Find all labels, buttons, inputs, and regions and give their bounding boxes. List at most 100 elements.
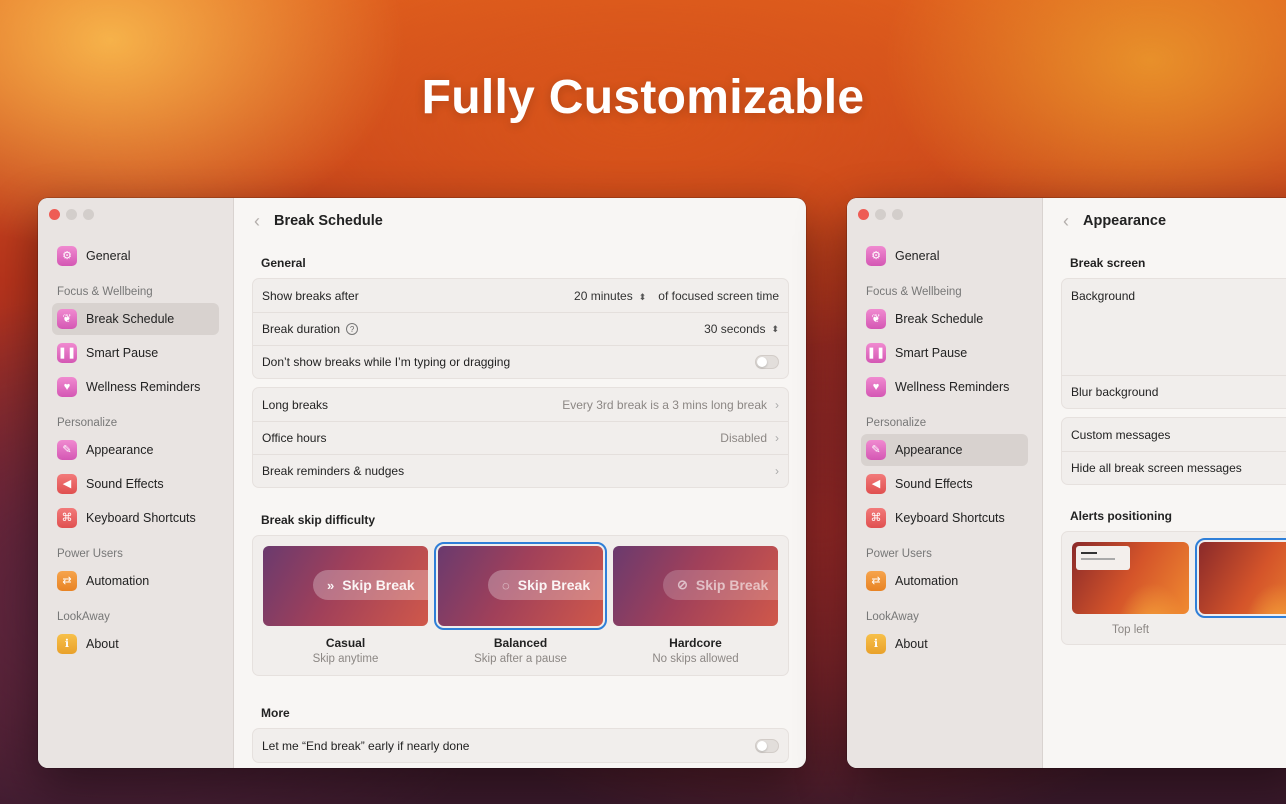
difficulty-card-casual[interactable]: » Skip Break Casual Skip anytime bbox=[263, 546, 428, 665]
sidebar-item-about[interactable]: ℹ About bbox=[52, 628, 219, 660]
skip-pill: ◌ Skip Break bbox=[488, 570, 603, 600]
sidebar-item-sound-effects[interactable]: ◀ Sound Effects bbox=[861, 468, 1028, 500]
window-controls bbox=[49, 209, 94, 220]
chevron-right-icon: › bbox=[775, 464, 779, 478]
difficulty-card-balanced[interactable]: ◌ Skip Break Balanced Skip after a pause bbox=[434, 542, 607, 665]
sidebar-item-general[interactable]: ⚙ General bbox=[861, 240, 1028, 272]
row-long-breaks[interactable]: Long breaks Every 3rd break is a 3 mins … bbox=[253, 388, 788, 421]
minimize-button[interactable] bbox=[66, 209, 77, 220]
row-break-reminders[interactable]: Break reminders & nudges › bbox=[253, 454, 788, 487]
section-header-skip-difficulty: Break skip difficulty bbox=[261, 513, 376, 527]
sidebar-section-focus: Focus & Wellbeing bbox=[866, 286, 962, 298]
sidebar-item-smart-pause[interactable]: ❚❚ Smart Pause bbox=[861, 337, 1028, 369]
sidebar-item-label: Wellness Reminders bbox=[86, 380, 201, 394]
row-hide-messages: Hide all break screen messages bbox=[1062, 451, 1286, 484]
sidebar-section-personalize: Personalize bbox=[866, 417, 927, 429]
break-duration-select[interactable]: 30 seconds ⬍ bbox=[704, 322, 779, 336]
close-button[interactable] bbox=[49, 209, 60, 220]
row-value: Disabled bbox=[720, 431, 767, 445]
leaf-icon: ❦ bbox=[866, 309, 886, 329]
close-button[interactable] bbox=[858, 209, 869, 220]
minimize-button[interactable] bbox=[875, 209, 886, 220]
row-suffix: of focused screen time bbox=[658, 288, 779, 303]
sidebar-item-label: Keyboard Shortcuts bbox=[895, 511, 1005, 525]
section-header-more: More bbox=[261, 706, 290, 720]
sidebar-item-general[interactable]: ⚙ General bbox=[52, 240, 219, 272]
card-thumbnail: ⊘ Skip Break bbox=[613, 546, 778, 626]
spinner-icon: ◌ bbox=[502, 577, 510, 593]
heart-icon: ♥ bbox=[866, 377, 886, 397]
position-card-selected[interactable] bbox=[1195, 538, 1286, 636]
zoom-button[interactable] bbox=[892, 209, 903, 220]
row-custom-messages[interactable]: Custom messages bbox=[1062, 418, 1286, 451]
command-icon: ⌘ bbox=[866, 508, 886, 528]
sidebar-item-label: Appearance bbox=[895, 443, 963, 457]
card-subtitle: No skips allowed bbox=[652, 653, 739, 665]
sidebar-item-wellness-reminders[interactable]: ♥ Wellness Reminders bbox=[52, 371, 219, 403]
row-office-hours[interactable]: Office hours Disabled › bbox=[253, 421, 788, 454]
difficulty-card-hardcore[interactable]: ⊘ Skip Break Hardcore No skips allowed bbox=[613, 546, 778, 665]
sidebar-item-break-schedule[interactable]: ❦ Break Schedule bbox=[52, 303, 219, 335]
back-chevron-icon[interactable]: ‹ bbox=[254, 211, 260, 232]
sidebar-item-automation[interactable]: ⇄ Automation bbox=[861, 565, 1028, 597]
speaker-icon: ◀ bbox=[57, 474, 77, 494]
sidebar-item-break-schedule[interactable]: ❦ Break Schedule bbox=[861, 303, 1028, 335]
sidebar-item-label: General bbox=[895, 249, 940, 263]
row-label: Office hours bbox=[262, 431, 327, 445]
card-thumbnail-selected: ◌ Skip Break bbox=[434, 542, 607, 630]
row-value: Every 3rd break is a 3 mins long break bbox=[562, 397, 767, 412]
sidebar-item-appearance[interactable]: ✎ Appearance bbox=[52, 434, 219, 466]
speaker-icon: ◀ bbox=[866, 474, 886, 494]
row-label: Blur background bbox=[1071, 385, 1159, 399]
zoom-button[interactable] bbox=[83, 209, 94, 220]
row-label: Break reminders & nudges bbox=[262, 464, 405, 478]
question-mark-icon[interactable]: ? bbox=[346, 323, 359, 335]
settings-group-general: Show breaks after 20 minutes ⬍ of focused… bbox=[252, 278, 789, 379]
sidebar-item-label: Break Schedule bbox=[86, 312, 175, 326]
typing-toggle[interactable] bbox=[755, 355, 779, 369]
back-chevron-icon[interactable]: ‹ bbox=[1063, 211, 1069, 232]
gear-icon: ⚙ bbox=[866, 246, 886, 266]
sidebar-item-label: About bbox=[86, 637, 119, 651]
sidebar-item-keyboard-shortcuts[interactable]: ⌘ Keyboard Shortcuts bbox=[861, 502, 1028, 534]
row-label: Hide all break screen messages bbox=[1071, 461, 1242, 475]
sidebar-item-smart-pause[interactable]: ❚❚ Smart Pause bbox=[52, 337, 219, 369]
row-break-duration: Break duration ? 30 seconds ⬍ bbox=[253, 312, 788, 345]
sidebar-section-power-users: Power Users bbox=[57, 548, 123, 560]
page-title: Break Schedule bbox=[274, 213, 383, 229]
sidebar-item-label: Smart Pause bbox=[895, 346, 968, 360]
double-chevron-icon: » bbox=[327, 577, 335, 593]
sidebar-section-lookaway: LookAway bbox=[866, 611, 919, 623]
main-content: ‹ Appearance Break screen Background Blu… bbox=[1043, 198, 1286, 768]
sidebar-item-label: General bbox=[86, 249, 131, 263]
pill-label: Skip Break bbox=[517, 577, 591, 593]
sidebar-item-automation[interactable]: ⇄ Automation bbox=[52, 565, 219, 597]
page-title: Appearance bbox=[1083, 213, 1167, 229]
paintbrush-icon: ✎ bbox=[57, 440, 77, 460]
sidebar-item-label: Break Schedule bbox=[895, 312, 984, 326]
pill-label: Skip Break bbox=[695, 577, 769, 593]
row-label: Custom messages bbox=[1071, 427, 1171, 442]
sidebar-item-appearance[interactable]: ✎ Appearance bbox=[861, 434, 1028, 466]
sidebar-item-keyboard-shortcuts[interactable]: ⌘ Keyboard Shortcuts bbox=[52, 502, 219, 534]
heart-icon: ♥ bbox=[57, 377, 77, 397]
row-end-break-early: Let me “End break” early if nearly done bbox=[253, 729, 788, 762]
repeat-icon: ⇄ bbox=[57, 571, 77, 591]
sidebar-section-power-users: Power Users bbox=[866, 548, 932, 560]
sidebar-item-sound-effects[interactable]: ◀ Sound Effects bbox=[52, 468, 219, 500]
appearance-window: ⚙ General Focus & Wellbeing ❦ Break Sche… bbox=[847, 198, 1286, 768]
sidebar-item-about[interactable]: ℹ About bbox=[861, 628, 1028, 660]
sidebar-item-wellness-reminders[interactable]: ♥ Wellness Reminders bbox=[861, 371, 1028, 403]
sidebar-section-focus: Focus & Wellbeing bbox=[57, 286, 153, 298]
stepper-chevron-icon: ⬍ bbox=[638, 291, 647, 302]
section-header-general: General bbox=[261, 256, 306, 270]
select-value: 30 seconds bbox=[704, 322, 766, 336]
section-header-alerts-positioning: Alerts positioning bbox=[1070, 509, 1172, 523]
card-subtitle: Skip anytime bbox=[312, 653, 379, 665]
card-title: Hardcore bbox=[669, 636, 722, 650]
sidebar-section-lookaway: LookAway bbox=[57, 611, 110, 623]
position-card-top-left[interactable]: Top left bbox=[1072, 542, 1189, 636]
chevron-right-icon: › bbox=[775, 397, 779, 412]
show-breaks-select[interactable]: 20 minutes ⬍ bbox=[574, 289, 646, 303]
end-break-toggle[interactable] bbox=[755, 738, 779, 753]
